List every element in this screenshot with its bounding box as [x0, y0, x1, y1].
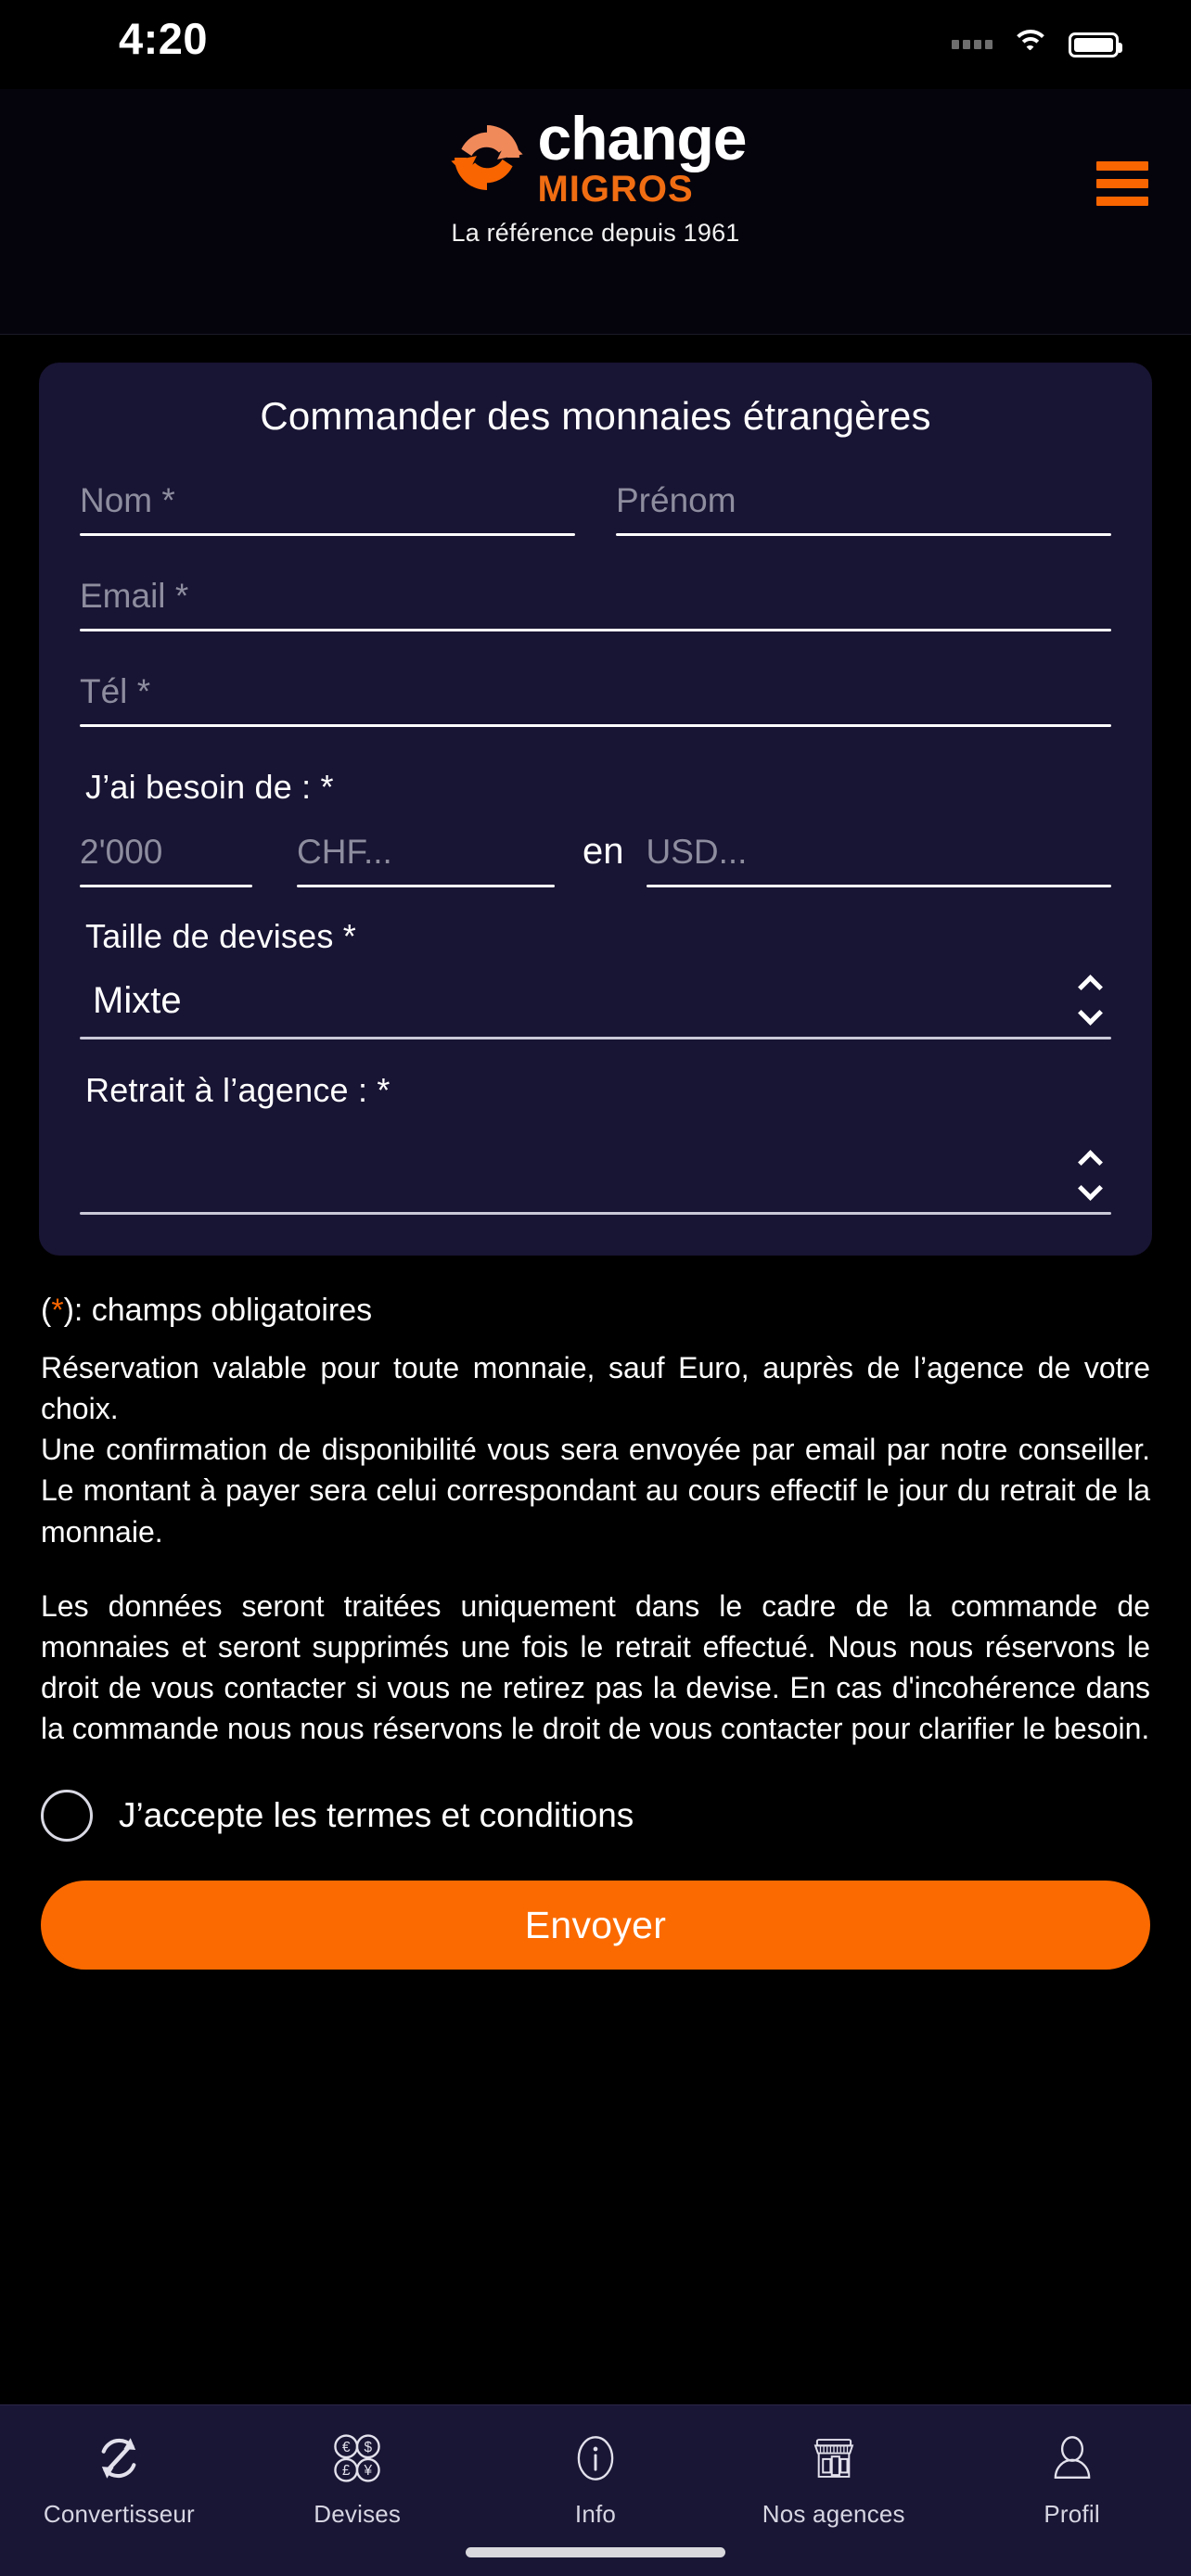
- tab-label: Convertisseur: [43, 2500, 195, 2528]
- order-form-card: Commander des monnaies étrangères Nom * …: [39, 363, 1152, 1256]
- brand-text: change MIGROS: [537, 104, 747, 210]
- denomination-selected-value: Mixte: [93, 980, 182, 1021]
- chevron-up-down-icon: [1076, 1152, 1104, 1194]
- submit-button[interactable]: Envoyer: [41, 1881, 1150, 1970]
- tab-convertisseur[interactable]: Convertisseur: [0, 2429, 238, 2529]
- app-header: change MIGROS La référence depuis 1961: [0, 89, 1191, 335]
- info-circle-icon: [569, 2429, 622, 2487]
- branch-select[interactable]: [80, 1134, 1111, 1215]
- currency-from-underline: [297, 885, 555, 887]
- currency-from-placeholder: CHF...: [297, 833, 392, 871]
- chevron-up-down-icon: [1076, 976, 1104, 1019]
- email-field[interactable]: Email *: [80, 577, 1111, 631]
- last-name-field[interactable]: Nom *: [80, 481, 575, 536]
- required-fields-note: (*): champs obligatoires: [41, 1293, 373, 1328]
- change-migros-circular-arrows-logo: [444, 115, 530, 200]
- circular-arrows-icon: [92, 2429, 146, 2487]
- svg-text:€: €: [342, 2440, 351, 2455]
- brand-logo[interactable]: change MIGROS: [444, 104, 748, 210]
- legal-section: (*): champs obligatoires Réservation val…: [0, 1256, 1191, 1749]
- terms-consent-label: J’accepte les termes et conditions: [119, 1796, 634, 1835]
- legal-paragraph-2: Les données seront traitées uniquement d…: [41, 1588, 1150, 1746]
- home-indicator[interactable]: [466, 2547, 725, 2557]
- phone-underline: [80, 724, 1111, 727]
- denomination-underline: [80, 1037, 1111, 1039]
- brand-tagline: La référence depuis 1961: [451, 219, 740, 247]
- email-placeholder: Email *: [80, 577, 189, 615]
- name-row: Nom * Prénom: [80, 481, 1111, 536]
- branch-underline: [80, 1212, 1111, 1215]
- denomination-select[interactable]: Mixte: [80, 980, 1111, 1039]
- page-title: Commander des monnaies étrangères: [260, 394, 931, 438]
- svg-text:£: £: [342, 2463, 351, 2479]
- person-icon: [1045, 2429, 1099, 2487]
- main-content: Commander des monnaies étrangères Nom * …: [0, 335, 1191, 2404]
- tab-nos-agences[interactable]: Nos agences: [714, 2429, 953, 2529]
- email-underline: [80, 629, 1111, 631]
- phone-placeholder: Tél *: [80, 672, 151, 710]
- currency-to-field[interactable]: USD...: [646, 833, 1111, 887]
- svg-text:¥: ¥: [364, 2463, 373, 2479]
- hamburger-menu-icon[interactable]: [1096, 161, 1148, 206]
- amount-placeholder: 2'000: [80, 833, 163, 871]
- tab-label: Nos agences: [762, 2500, 905, 2528]
- brand-name-primary: change: [537, 104, 747, 172]
- branch-selected-value: [80, 1160, 1111, 1212]
- brand-name-secondary: MIGROS: [537, 169, 694, 210]
- tab-label: Info: [574, 2500, 617, 2528]
- currency-from-field[interactable]: CHF...: [297, 833, 555, 887]
- amount-row: 2'000 CHF... en USD...: [80, 831, 1111, 887]
- tab-profil[interactable]: Profil: [953, 2429, 1191, 2529]
- currency-coins-icon: € $ £ ¥: [330, 2429, 384, 2487]
- terms-consent-row[interactable]: J’accepte les termes et conditions: [0, 1749, 1191, 1843]
- need-label: J’ai besoin de : *: [85, 768, 334, 806]
- svg-text:$: $: [365, 2440, 373, 2455]
- tab-label: Devises: [314, 2500, 402, 2528]
- tab-devises[interactable]: € $ £ ¥ Devises: [238, 2429, 477, 2529]
- phone-screen: 4:20 change MIGROS La référence depuis 1…: [0, 0, 1191, 2576]
- tab-label: Profil: [1044, 2500, 1100, 2528]
- signal-dots-icon: [952, 40, 992, 49]
- branch-label: Retrait à l’agence : *: [85, 1071, 391, 1109]
- legal-paragraph-1: Réservation valable pour toute monnaie, …: [41, 1351, 1150, 1549]
- last-name-placeholder: Nom *: [80, 481, 175, 519]
- amount-underline: [80, 885, 252, 887]
- battery-icon: [1069, 32, 1122, 57]
- first-name-placeholder: Prénom: [616, 481, 736, 519]
- status-bar-indicators: [952, 30, 1122, 59]
- currency-to-placeholder: USD...: [646, 833, 748, 871]
- currency-to-underline: [646, 885, 1111, 887]
- amount-field[interactable]: 2'000: [80, 833, 252, 887]
- circle-checkbox-icon[interactable]: [41, 1790, 93, 1843]
- denomination-label: Taille de devises *: [85, 917, 356, 955]
- status-bar: 4:20: [0, 0, 1191, 89]
- phone-field[interactable]: Tél *: [80, 672, 1111, 727]
- first-name-underline: [616, 533, 1111, 536]
- wifi-icon: [1011, 30, 1050, 59]
- tab-info[interactable]: Info: [477, 2429, 715, 2529]
- in-word-label: en: [583, 831, 624, 872]
- last-name-underline: [80, 533, 575, 536]
- first-name-field[interactable]: Prénom: [616, 481, 1111, 536]
- storefront-icon: [807, 2429, 861, 2487]
